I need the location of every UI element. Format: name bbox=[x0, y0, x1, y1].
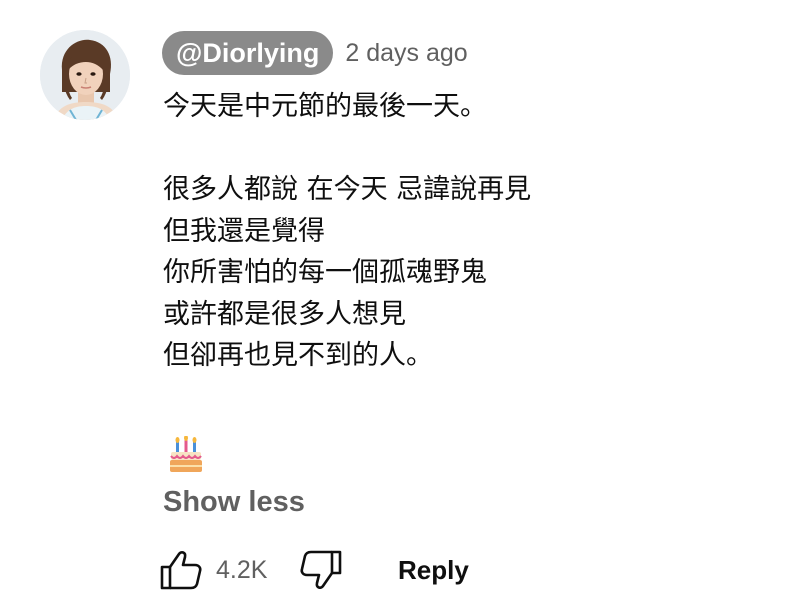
thumbs-up-icon bbox=[160, 551, 202, 590]
author-handle-badge[interactable]: @Diorlying bbox=[162, 31, 334, 75]
like-count: 4.2K bbox=[216, 556, 268, 584]
comment-line: 你所害怕的每一個孤魂野鬼 bbox=[163, 257, 487, 288]
show-less-button[interactable]: Show less bbox=[163, 486, 305, 519]
avatar-image bbox=[40, 30, 130, 120]
comment-line bbox=[163, 128, 783, 170]
comment-line: 但卻再也見不到的人。 bbox=[163, 340, 433, 371]
comment-line: 或許都是很多人想見 bbox=[163, 298, 406, 330]
comment-actions: 4.2K Reply bbox=[158, 548, 758, 592]
birthday-cake-icon bbox=[168, 435, 204, 474]
like-button[interactable] bbox=[158, 548, 204, 592]
comment-line: 今天是中元節的最後一天。 bbox=[163, 91, 487, 122]
reply-button[interactable]: Reply bbox=[398, 555, 469, 586]
dislike-button[interactable] bbox=[298, 548, 344, 592]
comment-line: 很多人都說 在今天 忌諱說再見 bbox=[163, 174, 532, 205]
comment-timestamp[interactable]: 2 days ago bbox=[345, 39, 467, 68]
comment-line: 但我還是覺得 bbox=[163, 215, 325, 247]
comment-body: 今天是中元節的最後一天。 很多人都說 在今天 忌諱說再見 但我還是覺得 你所害怕… bbox=[163, 86, 783, 377]
thumbs-down-icon bbox=[300, 550, 342, 589]
comment-header: @Diorlying 2 days ago bbox=[162, 31, 468, 75]
author-avatar[interactable] bbox=[40, 30, 130, 120]
